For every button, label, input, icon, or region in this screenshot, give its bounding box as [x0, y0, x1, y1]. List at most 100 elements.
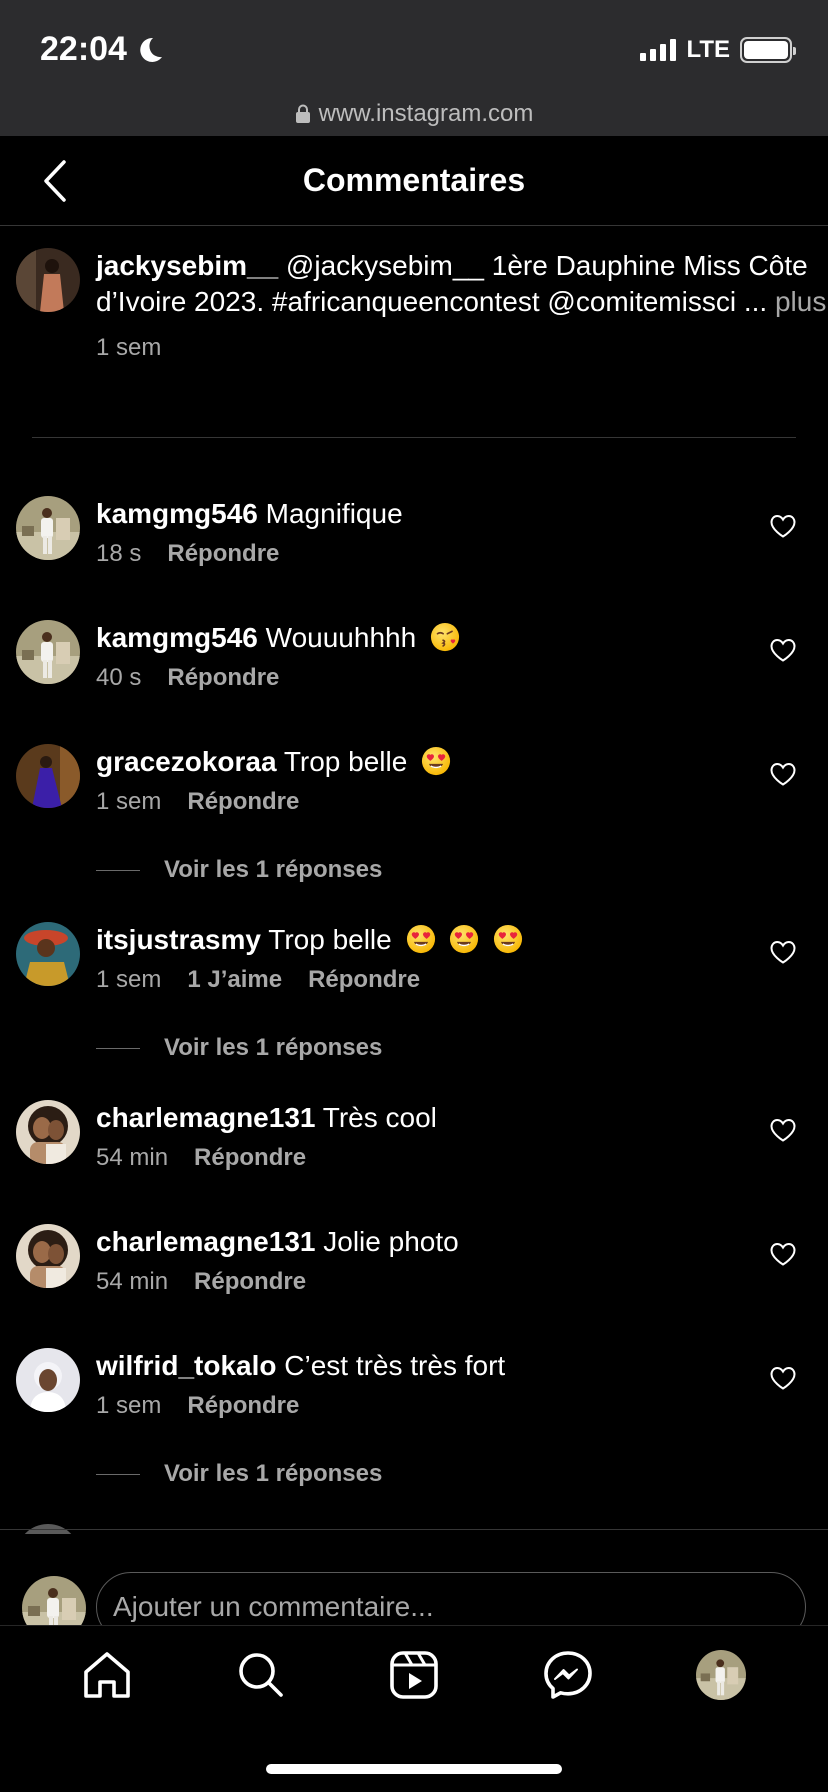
comment-text: charlemagne131 Très cool	[96, 1100, 437, 1136]
messenger-icon[interactable]	[541, 1648, 595, 1702]
comment-text: kamgmg546 Wouuuhhhh	[96, 620, 460, 656]
divider	[32, 437, 796, 438]
reply-button[interactable]: Répondre	[187, 788, 299, 816]
likes-count[interactable]: 1 J’aime	[187, 966, 282, 994]
comment-item: charlemagne131 Jolie photo 54 min Répond…	[16, 1224, 812, 1304]
comment-item: kamgmg546 Wouuuhhhh 40 s Répondre	[16, 620, 812, 700]
caption-text: jackysebim__ @jackysebim__ 1ère Dauphine…	[96, 248, 828, 320]
comment-item: charlemagne131 Très cool 54 min Répondre	[16, 1100, 812, 1180]
heart-eyes-emoji-icon	[406, 924, 436, 954]
heart-icon[interactable]	[770, 1118, 796, 1142]
avatar[interactable]	[16, 248, 80, 312]
heart-eyes-emoji-icon	[493, 924, 523, 954]
comment-username[interactable]: charlemagne131	[96, 1226, 315, 1257]
comment-time: 40 s	[96, 664, 142, 691]
battery-icon	[740, 37, 796, 63]
comment-meta: 1 sem 1 J’aime Répondre	[96, 966, 420, 994]
caption-body: jackysebim__ @jackysebim__ 1ère Dauphine…	[96, 248, 828, 366]
comment-time: 1 sem	[96, 788, 162, 815]
avatar[interactable]	[22, 1576, 86, 1625]
view-replies-label: Voir les 1 réponses	[164, 1034, 383, 1061]
replies-dash	[96, 1047, 140, 1049]
url-bar[interactable]: www.instagram.com	[0, 100, 828, 128]
comment-message: Trop belle	[283, 746, 408, 777]
comment-time: 1 sem	[96, 966, 162, 993]
comment-item: kamgmg546 Magnifique 18 s Répondre	[16, 496, 812, 576]
comment-input[interactable]: Ajouter un commentaire...	[96, 1572, 806, 1625]
comment-meta: 18 s Répondre	[96, 540, 279, 568]
page-title: Commentaires	[302, 162, 526, 198]
comment-text: kamgmg546 Magnifique	[96, 496, 403, 532]
comment-item: itsjustrasmy Trop belle 1 sem 1 J’aime R…	[16, 922, 812, 1002]
url-text: www.instagram.com	[318, 100, 534, 127]
reply-button[interactable]: Répondre	[167, 664, 279, 692]
comment-text: itsjustrasmy Trop belle	[96, 922, 523, 958]
replies-dash	[96, 869, 140, 871]
profile-avatar[interactable]	[696, 1650, 746, 1700]
comment-text: charlemagne131 Jolie photo	[96, 1224, 459, 1260]
comment-username[interactable]: kamgmg546	[96, 498, 258, 529]
comment-username[interactable]: kamgmg546	[96, 622, 258, 653]
clock-text: 22:04	[40, 30, 127, 68]
reply-button[interactable]: Répondre	[167, 540, 279, 568]
replies-dash	[96, 1473, 140, 1475]
kiss-emoji-icon	[430, 622, 460, 652]
comment-item: gracezokoraa Trop belle 1 sem Répondre	[16, 744, 812, 824]
heart-icon[interactable]	[770, 638, 796, 662]
comment-time: 54 min	[96, 1268, 169, 1295]
avatar[interactable]	[16, 620, 80, 684]
view-replies-link[interactable]: Voir les 1 réponses	[96, 856, 382, 884]
comment-meta: 1 sem Répondre	[96, 1392, 299, 1420]
reels-icon[interactable]	[387, 1648, 441, 1702]
view-replies-label: Voir les 1 réponses	[164, 1460, 383, 1487]
avatar[interactable]	[16, 1224, 80, 1288]
browser-chrome: 22:04 LTE www.instagram.com	[0, 0, 828, 136]
caption-username[interactable]: jackysebim__	[96, 250, 278, 281]
comment-text: gracezokoraa Trop belle	[96, 744, 451, 780]
comment-username[interactable]: gracezokoraa	[96, 746, 277, 777]
comment-time: 1 sem	[96, 1392, 162, 1419]
avatar[interactable]	[16, 496, 80, 560]
lock-icon	[295, 104, 310, 123]
avatar[interactable]	[16, 922, 80, 986]
comment-text: wilfrid_tokalo C’est très très fort	[96, 1348, 505, 1384]
signal-icon	[640, 39, 677, 61]
search-icon[interactable]	[234, 1648, 288, 1702]
heart-icon[interactable]	[770, 940, 796, 964]
reply-button[interactable]: Répondre	[187, 1392, 299, 1420]
caption-time: 1 sem	[96, 334, 162, 361]
home-icon[interactable]	[80, 1648, 134, 1702]
comment-meta: 54 min Répondre	[96, 1268, 306, 1296]
heart-icon[interactable]	[770, 1242, 796, 1266]
avatar[interactable]	[16, 744, 80, 808]
comment-username[interactable]: itsjustrasmy	[96, 924, 261, 955]
comment-time: 18 s	[96, 540, 142, 567]
comments-header: Commentaires	[0, 136, 828, 226]
reply-button[interactable]: Répondre	[194, 1144, 306, 1172]
view-replies-label: Voir les 1 réponses	[164, 856, 383, 883]
avatar[interactable]	[16, 1100, 80, 1164]
comment-meta: 1 sem Répondre	[96, 788, 299, 816]
view-replies-link[interactable]: Voir les 1 réponses	[96, 1460, 382, 1488]
comment-username[interactable]: charlemagne131	[96, 1102, 315, 1133]
heart-icon[interactable]	[770, 514, 796, 538]
caption-more-link[interactable]: plus	[775, 286, 826, 317]
home-indicator[interactable]	[266, 1764, 562, 1774]
view-replies-link[interactable]: Voir les 1 réponses	[96, 1034, 382, 1062]
comment-username[interactable]: wilfrid_tokalo	[96, 1350, 276, 1381]
comment-composer: Ajouter un commentaire...	[0, 1530, 828, 1625]
status-indicators: LTE	[640, 36, 796, 64]
heart-icon[interactable]	[770, 1366, 796, 1390]
avatar[interactable]	[16, 1348, 80, 1412]
status-time: 22:04	[40, 30, 165, 69]
reply-button[interactable]: Répondre	[308, 966, 420, 994]
comment-time: 54 min	[96, 1144, 169, 1171]
heart-eyes-emoji-icon	[449, 924, 479, 954]
comment-message: Wouuuhhhh	[265, 622, 417, 653]
comment-message: Très cool	[322, 1102, 437, 1133]
heart-icon[interactable]	[770, 762, 796, 786]
reply-button[interactable]: Répondre	[194, 1268, 306, 1296]
comment-message: Trop belle	[268, 924, 392, 955]
network-label: LTE	[686, 36, 730, 63]
comment-meta: 54 min Répondre	[96, 1144, 306, 1172]
